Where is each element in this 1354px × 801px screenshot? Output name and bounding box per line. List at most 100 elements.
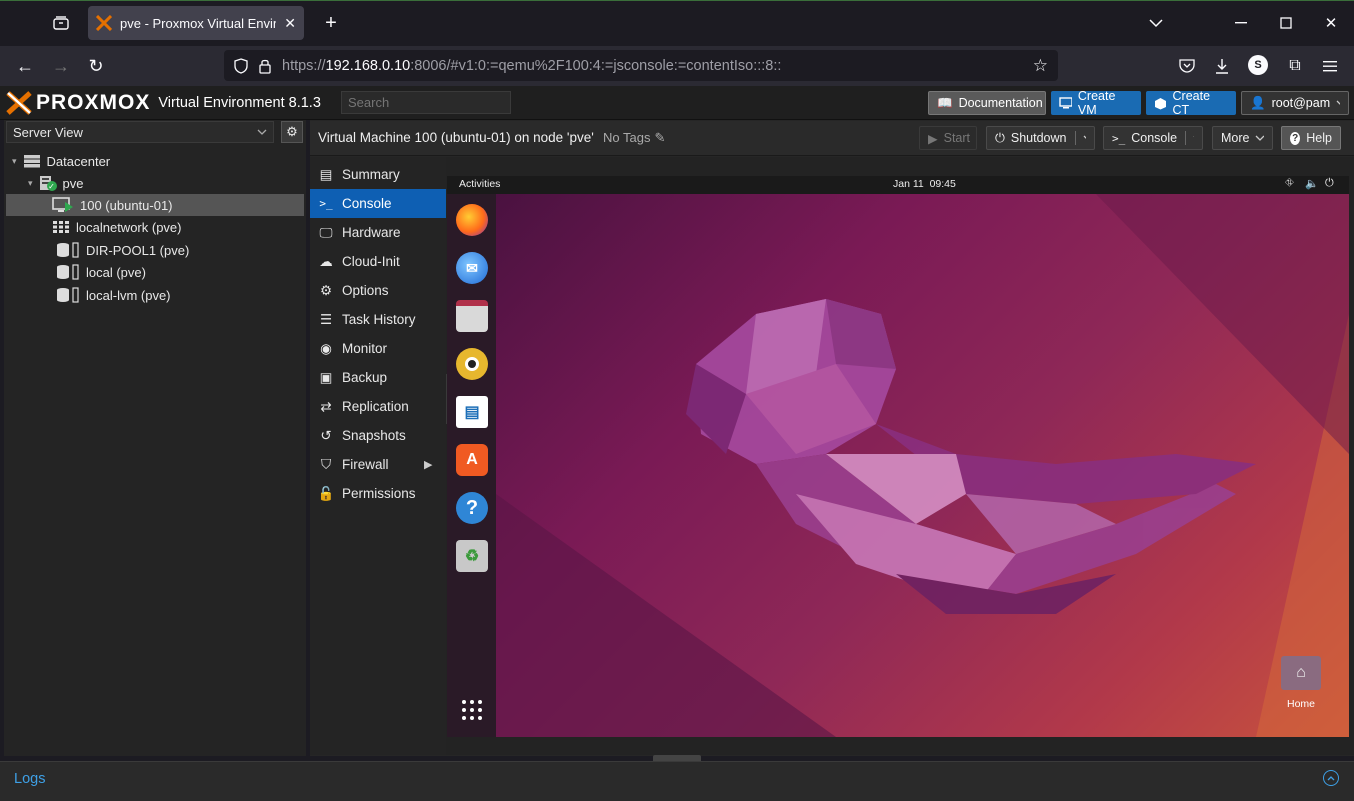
grid-icon xyxy=(53,221,69,233)
tab-overview-icon[interactable] xyxy=(50,12,72,34)
url-text: https://192.168.0.10:8006/#v1:0:=qemu%2F… xyxy=(282,57,782,74)
menu-item-hardware[interactable]: 🖵 Hardware xyxy=(310,218,446,247)
chevron-down-icon[interactable] xyxy=(1083,135,1086,142)
menu-item-console[interactable]: >_ Console xyxy=(310,189,446,218)
tree-item-localnetwork[interactable]: localnetwork (pve) xyxy=(6,216,304,238)
extensions-icon[interactable]: ⧉ xyxy=(1284,55,1306,77)
shield-icon[interactable] xyxy=(234,57,248,74)
menu-item-firewall[interactable]: ⛉ Firewall ▶ xyxy=(310,450,446,479)
browser-tab[interactable]: pve - Proxmox Virtual Environment ✕ xyxy=(88,6,304,40)
unlock-icon: 🔓 xyxy=(317,485,335,501)
tree-settings-gear-icon[interactable]: ⚙ xyxy=(281,121,303,143)
home-folder-label: Home xyxy=(1286,698,1315,710)
thunderbird-icon[interactable]: ✉ xyxy=(456,252,488,284)
url-bar[interactable]: https://192.168.0.10:8006/#v1:0:=qemu%2F… xyxy=(224,50,1058,81)
libreoffice-writer-icon[interactable]: ▤ xyxy=(456,396,488,428)
files-icon[interactable] xyxy=(456,300,488,332)
chevron-down-icon[interactable] xyxy=(1193,135,1194,142)
create-vm-button[interactable]: Create VM xyxy=(1051,89,1141,117)
menu-hamburger-icon[interactable] xyxy=(1319,55,1341,77)
pencil-icon[interactable]: ✎ xyxy=(654,130,665,146)
menu-item-summary[interactable]: ▤ Summary xyxy=(310,160,446,189)
close-window-icon[interactable]: ✕ xyxy=(1320,12,1342,34)
activities-button[interactable]: Activities xyxy=(459,178,500,190)
guest-desktop[interactable]: ⌂ Home xyxy=(496,194,1349,737)
close-tab-icon[interactable]: ✕ xyxy=(284,15,296,32)
pocket-icon[interactable] xyxy=(1176,55,1198,77)
view-selector[interactable]: Server View xyxy=(6,121,274,143)
book-icon: ▤ xyxy=(319,166,333,182)
create-ct-button[interactable]: Create CT xyxy=(1146,89,1236,117)
guest-clock[interactable]: Jan 11 09:45 xyxy=(893,178,956,190)
tree-item-dir-pool1[interactable]: DIR-POOL1 (pve) xyxy=(6,239,304,261)
tags-editor[interactable]: No Tags ✎ xyxy=(603,130,665,146)
power-icon[interactable]: ⏻ xyxy=(1325,177,1334,190)
show-apps-grid-icon[interactable] xyxy=(461,699,483,721)
ubuntu-dock: ✉ ▤ A ? ♻ xyxy=(447,194,496,737)
help-icon[interactable]: ? xyxy=(456,492,488,524)
chevron-down-icon xyxy=(1336,100,1340,105)
product-version: Virtual Environment 8.1.3 xyxy=(158,95,321,111)
rhythmbox-icon[interactable] xyxy=(456,348,488,380)
app-center-icon[interactable]: A xyxy=(456,444,488,476)
volume-icon[interactable]: 🔈 xyxy=(1305,177,1319,190)
menu-item-permissions[interactable]: 🔓 Permissions xyxy=(310,479,446,508)
cube-icon xyxy=(1155,97,1166,109)
question-icon: ? xyxy=(1290,131,1301,145)
forward-icon[interactable]: → xyxy=(50,55,72,77)
jellyfish-wallpaper xyxy=(496,194,1349,737)
logo-text: PROXMOX xyxy=(36,91,151,114)
terminal-icon: >_ xyxy=(319,197,333,210)
documentation-button[interactable]: 📖 Documentation xyxy=(928,91,1046,115)
list-icon: ☰ xyxy=(319,311,333,327)
tree-item-datacenter[interactable]: ▾ Datacenter xyxy=(6,150,304,172)
bookmark-star-icon[interactable]: ☆ xyxy=(1033,56,1048,76)
network-icon[interactable]: ⛗ xyxy=(1285,177,1294,190)
start-button[interactable]: ▶ Start xyxy=(919,126,977,150)
storage-icon xyxy=(57,287,79,303)
proxmox-favicon-icon xyxy=(96,15,112,31)
minimize-window-icon[interactable] xyxy=(1230,12,1252,34)
back-icon[interactable]: ← xyxy=(14,55,36,77)
account-avatar[interactable]: S xyxy=(1248,55,1268,75)
menu-item-backup[interactable]: ▣ Backup xyxy=(310,363,446,392)
list-tabs-icon[interactable] xyxy=(1145,12,1167,34)
maximize-window-icon[interactable] xyxy=(1275,12,1297,34)
tree-item-local[interactable]: local (pve) xyxy=(6,261,304,283)
console-button[interactable]: >_ Console xyxy=(1103,126,1203,150)
menu-item-replication[interactable]: ⇄ Replication xyxy=(310,392,446,421)
floppy-icon: ▣ xyxy=(319,369,333,385)
shield-icon: ⛉ xyxy=(320,456,332,472)
menu-item-monitor[interactable]: ◉ Monitor xyxy=(310,334,446,363)
help-button[interactable]: ? Help xyxy=(1281,126,1341,150)
shutdown-button[interactable]: ⏻ Shutdown xyxy=(986,126,1095,150)
proxmox-logo: PROXMOX Virtual Environment 8.1.3 xyxy=(6,89,321,117)
tree-item-vm-100[interactable]: 100 (ubuntu-01) xyxy=(6,194,304,216)
menu-item-snapshots[interactable]: ↺ Snapshots xyxy=(310,421,446,450)
downloads-icon[interactable] xyxy=(1211,55,1233,77)
tree-item-pve[interactable]: ▾ ✓ pve xyxy=(6,172,304,194)
tree-item-local-lvm[interactable]: local-lvm (pve) xyxy=(6,284,304,306)
menu-item-options[interactable]: ⚙ Options xyxy=(310,276,446,305)
vm-icon xyxy=(52,197,74,213)
power-icon: ⏻ xyxy=(995,130,1005,145)
terminal-icon: >_ xyxy=(1112,131,1126,145)
trash-icon[interactable]: ♻ xyxy=(456,540,488,572)
search-input[interactable] xyxy=(341,91,511,114)
monitor-icon: 🖵 xyxy=(319,224,333,240)
home-folder-icon[interactable]: ⌂ xyxy=(1281,656,1321,690)
lock-warning-icon[interactable] xyxy=(258,58,272,74)
firefox-icon[interactable] xyxy=(456,204,488,236)
more-button[interactable]: More xyxy=(1212,126,1273,150)
menu-item-cloud-init[interactable]: ☁ Cloud-Init xyxy=(310,247,446,276)
menu-item-task-history[interactable]: ☰ Task History xyxy=(310,305,446,334)
node-icon: ✓ xyxy=(39,175,57,191)
storage-icon xyxy=(57,242,79,258)
new-tab-icon[interactable]: + xyxy=(320,12,342,34)
user-menu-button[interactable]: 👤 root@pam xyxy=(1241,91,1349,115)
reload-icon[interactable]: ↻ xyxy=(85,55,107,77)
logs-tab[interactable]: Logs xyxy=(14,771,45,787)
chevron-down-icon xyxy=(257,129,267,135)
server-icon xyxy=(23,155,40,168)
expand-logs-icon[interactable] xyxy=(1323,770,1339,786)
